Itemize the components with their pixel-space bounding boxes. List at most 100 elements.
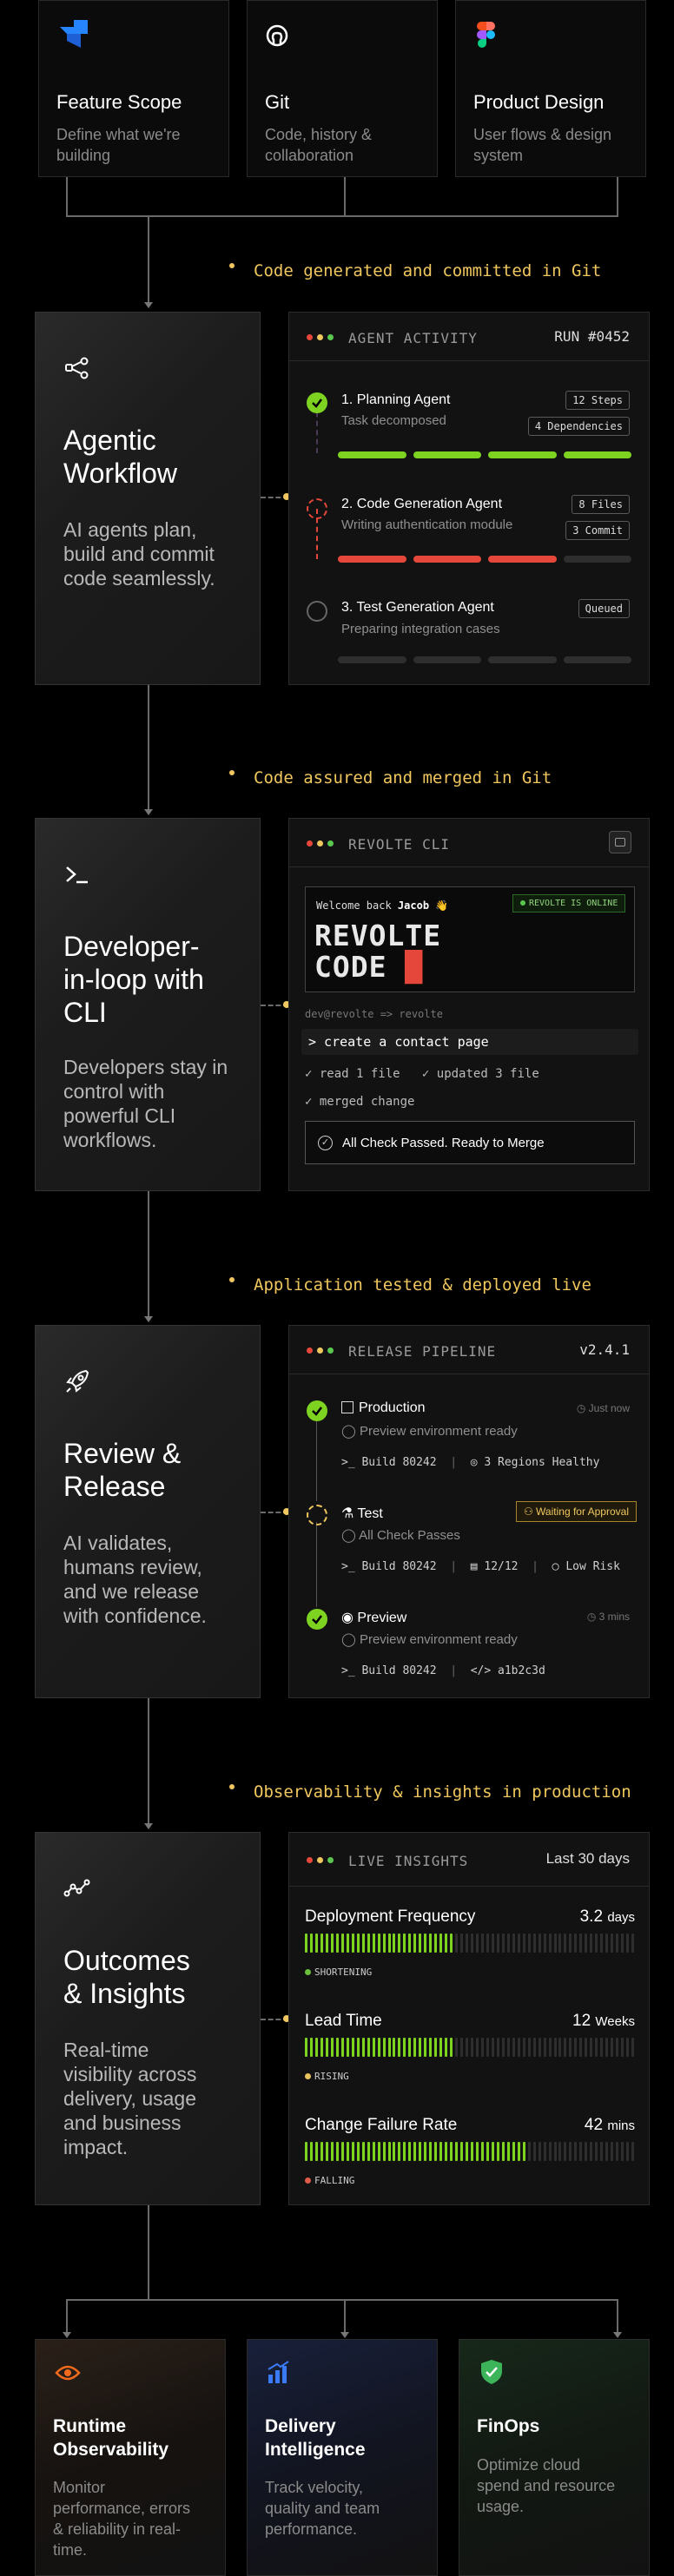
metric-tick — [403, 1934, 406, 1953]
stage-meta: a1b2c3d — [498, 1664, 545, 1677]
metric-tick — [548, 2038, 552, 2057]
panel-title: LIVE INSIGHTS — [348, 1853, 469, 1869]
metric-tick — [543, 2038, 546, 2057]
git-card[interactable]: Git Code, history & collaboration — [247, 0, 438, 177]
user-icon: ⚇ — [523, 1505, 533, 1518]
metric-tick — [569, 1934, 572, 1953]
metric-tick — [398, 2038, 401, 2057]
card-title: Product Design — [473, 91, 605, 113]
metric-tick — [460, 2038, 464, 2057]
cli-result: updated 3 file — [436, 1067, 539, 1081]
metric-tick — [595, 1934, 598, 1953]
metric-tick — [424, 2038, 427, 2057]
terminal-icon: >_ — [341, 1456, 355, 1469]
metric-tick — [600, 2038, 604, 2057]
card-title: Delivery Intelligence — [265, 2416, 366, 2460]
metric-tick — [330, 2142, 334, 2161]
metric-tick — [574, 2038, 578, 2057]
clock-icon: ◷ — [576, 1402, 586, 1414]
connector — [148, 2205, 149, 2301]
metric-tick — [320, 2038, 323, 2057]
outcomes-insights-card[interactable]: Outcomes & Insights Real-time visibility… — [35, 1832, 261, 2205]
delivery-intelligence-card[interactable]: Delivery Intelligence Track velocity, qu… — [247, 2339, 438, 2576]
agent-activity-panel: AGENT ACTIVITY RUN #0452 1. Planning Age… — [288, 312, 650, 685]
metric-tick — [475, 1934, 479, 1953]
metric-tick — [434, 1934, 438, 1953]
progress-segment — [413, 656, 481, 663]
cli-command-input[interactable]: > create a contact page — [301, 1029, 638, 1055]
check-circle-icon: ◯ — [341, 1632, 356, 1647]
bar-chart-icon — [268, 2361, 289, 2383]
clock-icon: ◷ — [586, 1611, 597, 1623]
metric-unit: mins — [607, 2118, 635, 2133]
stage-name: Production — [359, 1400, 426, 1415]
cli-prompt: dev@revolte => revolte — [305, 1008, 443, 1020]
metric-tick — [548, 1934, 552, 1953]
metric-tick — [496, 2142, 499, 2161]
metric-tick — [340, 2038, 344, 2057]
agentic-workflow-card[interactable]: Agentic Workflow AI agents plan, build a… — [35, 312, 261, 685]
panel-title: REVOLTE CLI — [348, 836, 450, 853]
metric-tick — [455, 2038, 459, 2057]
metric-tick — [480, 2142, 484, 2161]
metric-tick — [585, 2038, 588, 2057]
build-id: Build 80242 — [361, 1560, 437, 1573]
metric-tick — [424, 2142, 427, 2161]
metric-tick — [346, 1934, 349, 1953]
arrow-down-icon — [144, 1823, 153, 1829]
metric-tick — [305, 2038, 307, 2057]
progress-segment — [338, 656, 406, 663]
metric-tick — [445, 1934, 448, 1953]
metric-tick — [419, 1934, 422, 1953]
progress-segment — [563, 556, 631, 563]
metric-tick — [522, 2038, 525, 2057]
metric-tick — [506, 1934, 510, 1953]
step-tag: 4 Dependencies — [527, 417, 630, 436]
stage-meta: 12/12 — [484, 1560, 519, 1573]
metric-tick — [320, 1934, 323, 1953]
progress-segment — [413, 556, 481, 563]
metric-tick — [496, 2038, 499, 2057]
metric-tick — [553, 2142, 557, 2161]
developer-cli-card[interactable]: Developer-in-loop with CLI Developers st… — [35, 818, 261, 1191]
review-release-card[interactable]: Review & Release AI validates, humans re… — [35, 1325, 261, 1698]
feature-scope-card[interactable]: Feature Scope Define what we're building — [38, 0, 229, 177]
metric-tick — [455, 2142, 459, 2161]
metric-tick — [309, 2038, 313, 2057]
approval-badge[interactable]: ⚇ Waiting for Approval — [515, 1501, 637, 1522]
file-icon: ▤ — [470, 1560, 478, 1573]
metric-tick — [527, 2142, 531, 2161]
check-icon: ✓ — [305, 1095, 313, 1109]
step-tag: Queued — [578, 599, 630, 618]
finops-card[interactable]: FinOps Optimize cloud spend and resource… — [459, 2339, 650, 2576]
metric-tick — [486, 2142, 489, 2161]
metric-tick — [367, 1934, 370, 1953]
terminal-window-button[interactable] — [609, 831, 631, 853]
progress-segment — [488, 451, 557, 458]
card-desc: User flows & design system — [473, 126, 612, 164]
metric-tick — [382, 2038, 386, 2057]
date-range[interactable]: Last 30 days — [546, 1850, 630, 1868]
runtime-observability-card[interactable]: Runtime Observability Monitor performanc… — [35, 2339, 226, 2576]
stage-status: Preview environment ready — [359, 1632, 518, 1647]
connector — [66, 2299, 68, 2332]
metric-tick — [501, 2142, 505, 2161]
metric-tick — [372, 2142, 375, 2161]
metric-tick — [512, 2038, 515, 2057]
connector — [148, 215, 149, 302]
eye-icon — [55, 2365, 81, 2381]
connector — [344, 2299, 346, 2332]
rocket-icon — [66, 1369, 89, 1393]
metric-tick — [512, 2142, 515, 2161]
metric-tick — [512, 1934, 515, 1953]
product-design-card[interactable]: Product Design User flows & design syste… — [455, 0, 646, 177]
terminal-icon — [66, 866, 88, 884]
card-title: Runtime Observability — [53, 2416, 169, 2460]
metric-tick — [471, 2038, 473, 2057]
metric-bar — [305, 1934, 637, 1953]
flow-title: Developer-in-loop with CLI — [63, 931, 204, 1028]
metric-tick — [450, 2038, 453, 2057]
status-done-icon — [307, 1609, 327, 1630]
card-title: FinOps — [477, 2416, 540, 2436]
connector — [66, 2299, 618, 2301]
